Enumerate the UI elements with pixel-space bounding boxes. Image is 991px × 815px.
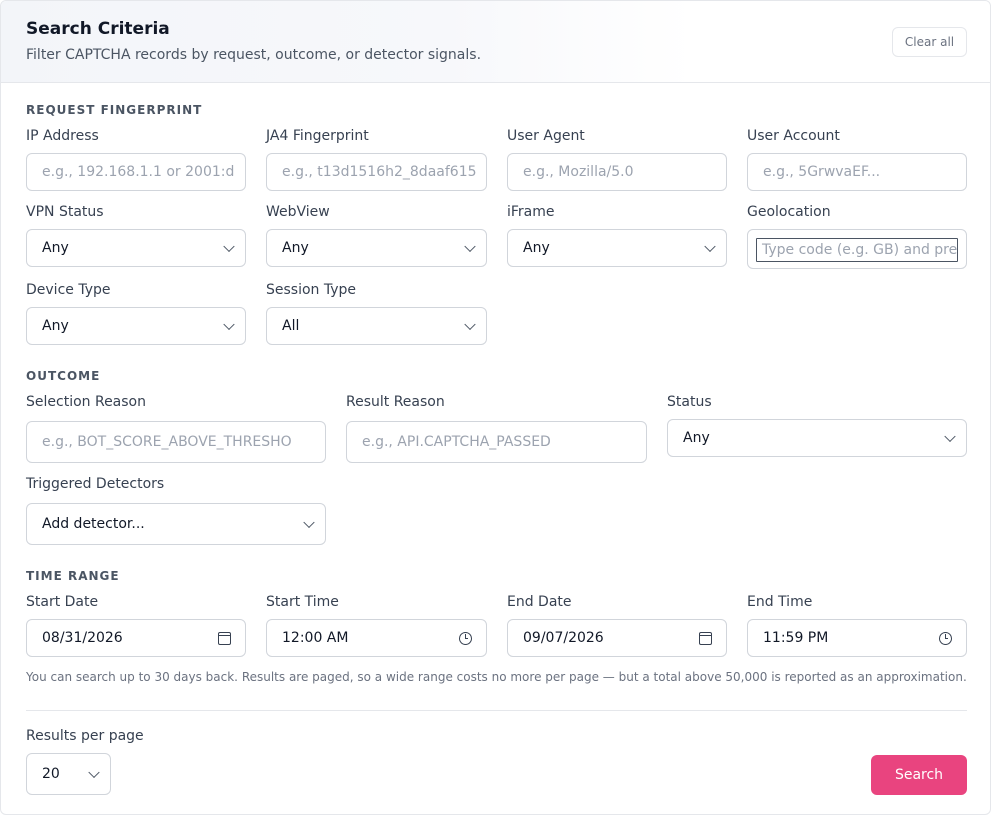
section-outcome: OUTCOME <box>26 369 101 383</box>
results-per-page-value: 20 <box>42 766 60 782</box>
ip-address-placeholder: e.g., 192.168.1.1 or 2001:d <box>42 164 235 180</box>
results-per-page-label: Results per page <box>26 728 144 744</box>
vpn-status-select[interactable]: Any <box>26 229 246 267</box>
webview-select[interactable]: Any <box>266 229 487 267</box>
session-type-label: Session Type <box>266 282 357 298</box>
card-header: Search Criteria Filter CAPTCHA records b… <box>1 1 990 83</box>
chevron-down-icon <box>464 318 476 331</box>
user-agent-label: User Agent <box>507 128 585 144</box>
calendar-icon[interactable] <box>218 631 231 645</box>
end-date-label: End Date <box>507 594 572 610</box>
chevron-down-icon <box>88 766 100 779</box>
status-label: Status <box>667 394 712 410</box>
triggered-detectors-select[interactable]: Add detector... <box>26 503 326 545</box>
chevron-down-icon <box>464 240 476 253</box>
session-type-value: All <box>282 318 300 334</box>
chevron-down-icon <box>223 318 235 331</box>
user-agent-input[interactable]: e.g., Mozilla/5.0 <box>507 153 727 191</box>
device-type-label: Device Type <box>26 282 111 298</box>
ip-address-input[interactable]: e.g., 192.168.1.1 or 2001:d <box>26 153 246 191</box>
clock-icon[interactable] <box>939 631 952 645</box>
webview-label: WebView <box>266 204 330 220</box>
start-date-label: Start Date <box>26 594 99 610</box>
selection-reason-label: Selection Reason <box>26 394 146 410</box>
chevron-down-icon <box>303 516 315 529</box>
iframe-label: iFrame <box>507 204 555 220</box>
ip-address-label: IP Address <box>26 128 99 144</box>
start-date-value: 08/31/2026 <box>42 630 123 646</box>
ja4-label: JA4 Fingerprint <box>266 128 369 144</box>
iframe-value: Any <box>523 240 550 256</box>
user-agent-placeholder: e.g., Mozilla/5.0 <box>523 164 634 180</box>
vpn-status-label: VPN Status <box>26 204 104 220</box>
start-time-input[interactable]: 12:00 AM <box>266 619 487 657</box>
calendar-icon[interactable] <box>699 631 712 645</box>
geolocation-input[interactable]: Type code (e.g. GB) and pre <box>756 238 958 262</box>
results-per-page-select[interactable]: 20 <box>26 753 111 795</box>
vpn-status-value: Any <box>42 240 69 256</box>
start-time-label: Start Time <box>266 594 339 610</box>
geolocation-placeholder: Type code (e.g. GB) and pre <box>762 242 958 258</box>
start-time-value: 12:00 AM <box>282 630 349 646</box>
end-time-value: 11:59 PM <box>763 630 829 646</box>
start-date-input[interactable]: 08/31/2026 <box>26 619 246 657</box>
triggered-detectors-label: Triggered Detectors <box>26 476 165 492</box>
divider <box>26 710 967 711</box>
selection-reason-placeholder: e.g., BOT_SCORE_ABOVE_THRESHO <box>42 434 292 450</box>
user-account-label: User Account <box>747 128 840 144</box>
clear-all-button[interactable]: Clear all <box>892 27 967 57</box>
page-title: Search Criteria <box>26 19 170 39</box>
end-time-input[interactable]: 11:59 PM <box>747 619 967 657</box>
device-type-value: Any <box>42 318 69 334</box>
end-date-value: 09/07/2026 <box>523 630 604 646</box>
search-criteria-card: Search Criteria Filter CAPTCHA records b… <box>0 0 991 815</box>
result-reason-placeholder: e.g., API.CAPTCHA_PASSED <box>362 434 551 450</box>
webview-value: Any <box>282 240 309 256</box>
triggered-detectors-value: Add detector... <box>42 516 145 532</box>
selection-reason-input[interactable]: e.g., BOT_SCORE_ABOVE_THRESHO <box>26 421 326 463</box>
status-select[interactable]: Any <box>667 419 967 457</box>
ja4-placeholder: e.g., t13d1516h2_8daaf615 <box>282 164 477 180</box>
section-request-fingerprint: REQUEST FINGERPRINT <box>26 103 203 117</box>
clock-icon[interactable] <box>459 631 472 645</box>
end-time-label: End Time <box>747 594 813 610</box>
chevron-down-icon <box>704 240 716 253</box>
geolocation-field: Type code (e.g. GB) and pre <box>747 229 967 269</box>
iframe-select[interactable]: Any <box>507 229 727 267</box>
time-range-note: You can search up to 30 days back. Resul… <box>26 670 967 684</box>
status-value: Any <box>683 430 710 446</box>
result-reason-label: Result Reason <box>346 394 445 410</box>
result-reason-input[interactable]: e.g., API.CAPTCHA_PASSED <box>346 421 647 463</box>
device-type-select[interactable]: Any <box>26 307 246 345</box>
search-button[interactable]: Search <box>871 755 967 795</box>
page-subtitle: Filter CAPTCHA records by request, outco… <box>26 47 482 63</box>
chevron-down-icon <box>944 430 956 443</box>
chevron-down-icon <box>223 240 235 253</box>
user-account-input[interactable]: e.g., 5GrwvaEF... <box>747 153 967 191</box>
user-account-placeholder: e.g., 5GrwvaEF... <box>763 164 881 180</box>
geolocation-label: Geolocation <box>747 204 831 220</box>
section-time-range: TIME RANGE <box>26 569 120 583</box>
session-type-select[interactable]: All <box>266 307 487 345</box>
end-date-input[interactable]: 09/07/2026 <box>507 619 727 657</box>
ja4-input[interactable]: e.g., t13d1516h2_8daaf615 <box>266 153 487 191</box>
